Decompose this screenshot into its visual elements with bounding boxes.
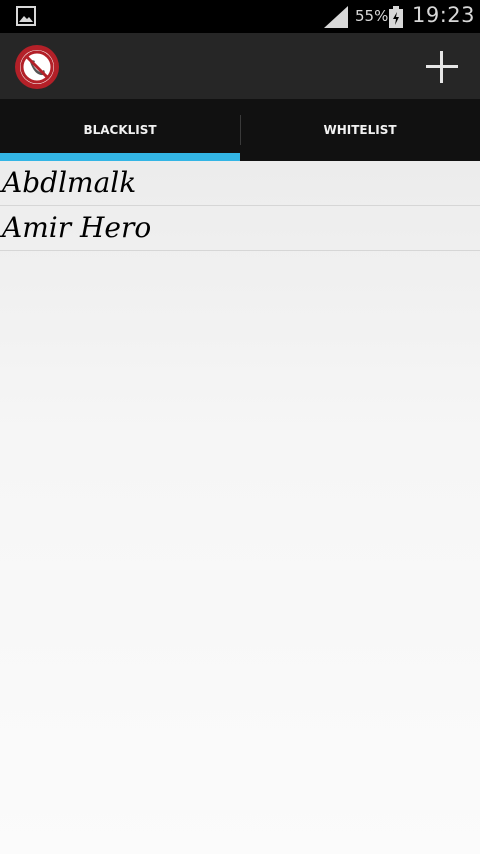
tab-bar: BLACKLIST WHITELIST [0, 99, 480, 161]
add-button[interactable] [420, 45, 464, 89]
tab-blacklist-label: BLACKLIST [83, 123, 157, 137]
tab-blacklist[interactable]: BLACKLIST [0, 99, 240, 161]
contact-name: Amir Hero [2, 211, 152, 244]
tab-whitelist[interactable]: WHITELIST [240, 99, 480, 161]
blacklist-list: Abdlmalk Amir Hero [0, 161, 480, 854]
signal-icon [324, 6, 348, 28]
battery-charging-icon [389, 6, 403, 28]
contact-name: Abdlmalk [2, 166, 137, 199]
status-bar: 55% 19:23 [0, 0, 480, 33]
selected-tab-indicator [0, 153, 240, 161]
battery-percent: 55% [355, 7, 389, 25]
picture-icon [16, 6, 36, 26]
blocked-phone-icon [15, 45, 59, 89]
clock: 19:23 [412, 3, 476, 27]
list-item[interactable]: Amir Hero [0, 206, 480, 251]
list-item[interactable]: Abdlmalk [0, 161, 480, 206]
action-bar [0, 33, 480, 99]
plus-icon [426, 51, 458, 83]
tab-whitelist-label: WHITELIST [323, 123, 397, 137]
